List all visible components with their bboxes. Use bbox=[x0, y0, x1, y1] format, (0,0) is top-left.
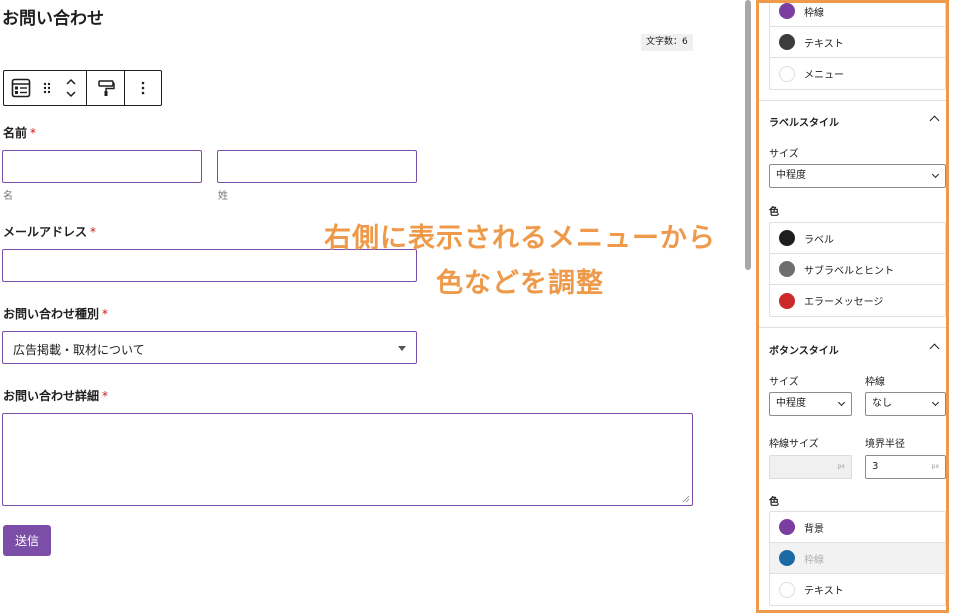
color-item-sublabel-hint[interactable]: サブラベルとヒント bbox=[770, 254, 945, 285]
color-swatch bbox=[779, 230, 795, 246]
color-item-button-border[interactable]: 枠線 bbox=[770, 543, 945, 574]
last-name-input[interactable] bbox=[217, 150, 417, 183]
inquiry-type-label-text: お問い合わせ種別 bbox=[3, 307, 100, 321]
color-swatch bbox=[779, 34, 795, 50]
color-item-label: メニュー bbox=[804, 70, 844, 81]
button-size-label: サイズ bbox=[769, 377, 799, 388]
character-count-badge: 文字数：6 bbox=[641, 34, 693, 51]
color-item-label: サブラベルとヒント bbox=[804, 265, 894, 277]
label-size-select[interactable]: 中程度 bbox=[769, 164, 946, 188]
color-swatch bbox=[779, 519, 795, 535]
first-name-input[interactable] bbox=[2, 150, 202, 183]
color-item-menu[interactable]: メニュー bbox=[770, 58, 945, 89]
color-swatch bbox=[779, 581, 795, 598]
color-item-label: 背景 bbox=[804, 523, 824, 535]
button-border-select[interactable]: なし bbox=[865, 392, 946, 416]
color-item-label: 枠線 bbox=[804, 554, 824, 566]
label-color-label: 色 bbox=[769, 207, 779, 218]
border-radius-label: 境界半径 bbox=[865, 439, 905, 450]
label-size-label: サイズ bbox=[769, 149, 799, 160]
label-style-title[interactable]: ラベルスタイル bbox=[769, 114, 839, 129]
toolbar-group-block bbox=[4, 71, 87, 105]
settings-sidebar: 枠線 テキスト メニュー ラベルスタイル サイズ 中程度 色 ラベル サブラベル… bbox=[756, 0, 949, 613]
required-mark: * bbox=[30, 126, 37, 140]
color-item-button-text[interactable]: テキスト bbox=[770, 574, 945, 605]
annotation-callout: 右側に表示されるメニューから 色などを調整 bbox=[298, 216, 742, 306]
resize-grip-icon[interactable] bbox=[682, 495, 690, 503]
button-color-label: 色 bbox=[769, 497, 779, 508]
form-block-icon[interactable] bbox=[4, 71, 38, 105]
border-size-label: 枠線サイズ bbox=[769, 439, 819, 450]
last-name-sublabel: 姓 bbox=[218, 191, 228, 202]
color-item-label: テキスト bbox=[804, 38, 844, 50]
first-name-sublabel: 名 bbox=[3, 191, 13, 202]
button-size-value: 中程度 bbox=[776, 398, 806, 409]
chevron-down-icon bbox=[931, 170, 940, 179]
color-item-label[interactable]: ラベル bbox=[770, 223, 945, 254]
color-item-label: テキスト bbox=[804, 586, 844, 597]
button-size-select[interactable]: 中程度 bbox=[769, 392, 852, 416]
color-swatch bbox=[779, 261, 795, 277]
button-border-label: 枠線 bbox=[865, 377, 885, 388]
inquiry-type-select[interactable]: 広告掲載・取材について bbox=[2, 331, 417, 364]
submit-button[interactable]: 送信 bbox=[3, 525, 51, 556]
chevron-up-icon[interactable] bbox=[929, 115, 940, 126]
button-style-title[interactable]: ボタンスタイル bbox=[769, 342, 839, 357]
color-swatch bbox=[779, 550, 795, 566]
toolbar-group-more bbox=[125, 71, 161, 105]
color-item-label: エラーメッセージ bbox=[804, 297, 884, 308]
annotation-line-1: 右側に表示されるメニューから bbox=[324, 223, 716, 254]
email-label-text: メールアドレス bbox=[3, 225, 88, 239]
name-label: 名前 * bbox=[3, 124, 36, 141]
color-item-label: 枠線 bbox=[804, 7, 824, 19]
color-item-error-message[interactable]: エラーメッセージ bbox=[770, 285, 945, 316]
chevron-up-icon[interactable] bbox=[929, 343, 940, 354]
name-label-text: 名前 bbox=[3, 126, 28, 140]
required-mark: * bbox=[90, 225, 97, 239]
details-label-text: お問い合わせ詳細 bbox=[3, 389, 100, 403]
annotation-line-2: 色などを調整 bbox=[436, 268, 604, 299]
border-size-input[interactable]: px bbox=[769, 455, 852, 479]
unit-label: px bbox=[837, 463, 845, 470]
color-swatch bbox=[779, 3, 795, 19]
chevron-down-icon bbox=[837, 398, 846, 407]
color-item-border[interactable]: 枠線 bbox=[770, 3, 945, 27]
paint-roller-icon[interactable] bbox=[87, 71, 124, 105]
email-label: メールアドレス * bbox=[3, 223, 96, 240]
section-divider bbox=[759, 327, 946, 328]
unit-label: px bbox=[931, 463, 939, 470]
inquiry-type-label: お問い合わせ種別 * bbox=[3, 305, 108, 322]
section-divider bbox=[759, 100, 946, 101]
move-up-down-icon[interactable] bbox=[56, 71, 86, 105]
chevron-down-icon bbox=[931, 398, 940, 407]
border-radius-value: 3 bbox=[872, 461, 879, 472]
caret-down-icon bbox=[398, 346, 406, 351]
block-toolbar bbox=[3, 70, 162, 106]
label-color-group: ラベル サブラベルとヒント エラーメッセージ bbox=[769, 222, 946, 317]
color-swatch bbox=[779, 292, 795, 309]
button-border-value: なし bbox=[872, 398, 892, 409]
button-color-group: 背景 枠線 テキスト bbox=[769, 511, 946, 606]
drag-handle-icon[interactable] bbox=[38, 71, 56, 105]
details-label: お問い合わせ詳細 * bbox=[3, 387, 108, 404]
color-item-label: ラベル bbox=[804, 234, 834, 246]
label-size-value: 中程度 bbox=[776, 170, 806, 181]
color-item-text[interactable]: テキスト bbox=[770, 27, 945, 58]
input-color-group: 枠線 テキスト メニュー bbox=[769, 3, 946, 90]
border-radius-input[interactable]: 3 px bbox=[865, 455, 946, 479]
details-textarea[interactable] bbox=[2, 413, 693, 506]
editor-scrollbar[interactable] bbox=[745, 0, 751, 270]
form-title: お問い合わせ bbox=[2, 9, 104, 29]
toolbar-group-style bbox=[87, 71, 125, 105]
inquiry-type-selected: 広告掲載・取材について bbox=[13, 343, 145, 357]
required-mark: * bbox=[102, 389, 109, 403]
color-swatch bbox=[779, 65, 795, 82]
more-options-icon[interactable] bbox=[125, 71, 161, 105]
color-item-background[interactable]: 背景 bbox=[770, 512, 945, 543]
required-mark: * bbox=[102, 307, 109, 321]
